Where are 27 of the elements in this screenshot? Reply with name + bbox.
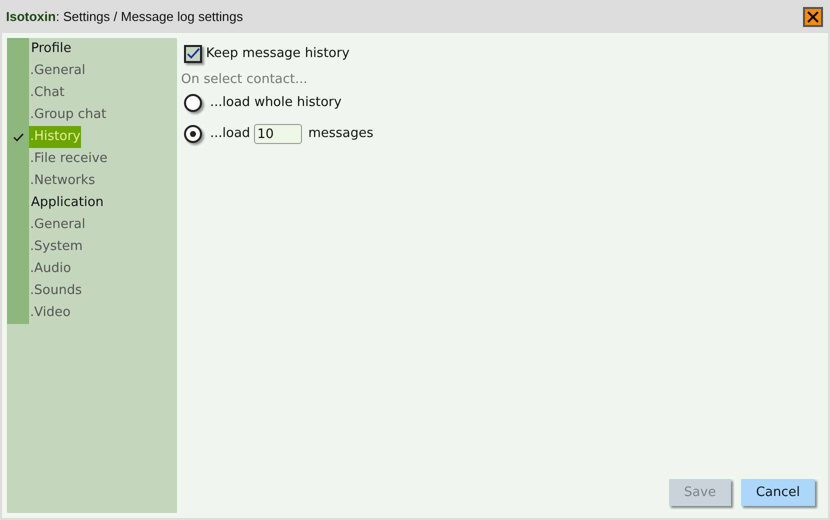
close-icon (807, 10, 819, 22)
window-title: Isotoxin: Settings / Message log settings (6, 8, 243, 26)
close-button[interactable] (803, 6, 823, 26)
check-icon (12, 132, 24, 142)
sidebar-item[interactable]: .History (29, 126, 82, 148)
checkbox-label: Keep message history (206, 45, 350, 63)
radio-button[interactable] (184, 94, 202, 112)
sidebar-item[interactable]: .Chat (29, 82, 66, 104)
cancel-button[interactable]: Cancel (740, 479, 815, 506)
sidebar-item[interactable]: .Audio (29, 258, 72, 280)
sidebar-item[interactable]: .Networks (29, 170, 96, 192)
sidebar-item[interactable]: .General (29, 60, 86, 82)
sidebar-item[interactable]: .Sounds (29, 280, 83, 302)
checkbox[interactable] (184, 44, 202, 63)
sidebar-item[interactable]: .System (29, 236, 84, 258)
sidebar-item[interactable]: .Video (29, 302, 72, 324)
group-label: On select contact... (181, 70, 308, 88)
radio-button[interactable] (184, 125, 202, 143)
sidebar-item[interactable]: .General (29, 214, 86, 236)
section-heading: Profile (31, 40, 72, 58)
message-count-field[interactable]: 10 (254, 124, 302, 144)
sidebar-item[interactable]: .File receive (29, 148, 109, 170)
suffix-label: messages (308, 125, 374, 144)
section-heading: Application (31, 194, 104, 212)
sidebar-item[interactable]: .Group chat (29, 104, 108, 126)
radio-label: ...load whole history (210, 94, 342, 112)
radio-label: ...load (210, 125, 250, 144)
